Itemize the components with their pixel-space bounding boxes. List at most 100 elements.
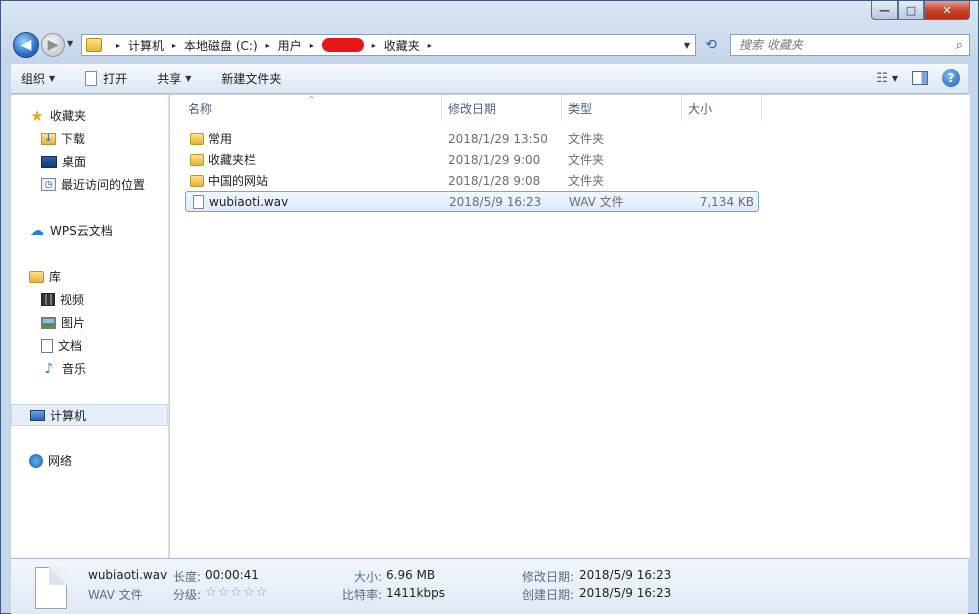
- file-row[interactable]: 收藏夹栏 2018/1/29 9:00 文件夹: [185, 149, 759, 170]
- details-length-label: 长度:: [173, 570, 202, 584]
- history-dropdown-icon[interactable]: ▼: [67, 39, 73, 48]
- minimize-button[interactable]: —: [871, 1, 898, 20]
- file-name: 收藏夹栏: [208, 153, 257, 167]
- address-bar[interactable]: ▸ 计算机 ▸ 本地磁盘 (C:) ▸ 用户 ▸ ▸ 收藏夹 ▸ ▼: [81, 34, 696, 56]
- address-dropdown-icon[interactable]: ▼: [679, 41, 695, 50]
- column-header-modified[interactable]: 修改日期: [442, 95, 562, 121]
- file-name: wubiaoti.wav: [209, 194, 289, 209]
- file-row[interactable]: 中国的网站 2018/1/28 9:08 文件夹: [185, 170, 759, 191]
- sidebar-item-desktop[interactable]: 桌面: [41, 153, 86, 170]
- details-size-value: 6.96 MB: [386, 568, 436, 582]
- sidebar-item-computer[interactable]: 计算机: [11, 404, 168, 426]
- sidebar-item-downloads[interactable]: ↓ 下载: [41, 130, 85, 147]
- details-filename: wubiaoti.wav: [88, 568, 168, 582]
- chevron-down-icon: ▼: [185, 74, 192, 83]
- search-box[interactable]: ⌕: [730, 34, 970, 56]
- details-created-label: 创建日期:: [522, 588, 575, 602]
- pictures-library-icon: [41, 316, 56, 329]
- open-button[interactable]: 打开: [85, 70, 127, 87]
- maximize-button[interactable]: □: [898, 1, 924, 20]
- share-button[interactable]: 共享 ▼: [157, 70, 191, 87]
- star-icon: ★: [30, 106, 44, 125]
- sidebar-item-videos[interactable]: 视频: [41, 291, 84, 308]
- sidebar-item-label: 文档: [58, 339, 83, 353]
- sidebar-item-favorites[interactable]: ★ 收藏夹: [29, 106, 86, 125]
- sidebar-item-music[interactable]: ♪ 音乐: [41, 360, 86, 377]
- change-view-icon[interactable]: ☷: [876, 71, 888, 86]
- downloads-folder-icon: ↓: [41, 132, 56, 145]
- sidebar-item-label: 最近访问的位置: [61, 178, 146, 192]
- sidebar-item-label: 下载: [61, 132, 86, 146]
- close-button[interactable]: ✕: [924, 1, 970, 20]
- column-header-label: 修改日期: [448, 101, 497, 116]
- sidebar-item-libraries[interactable]: 库: [29, 268, 61, 285]
- sidebar-item-label: WPS云文档: [50, 224, 113, 238]
- navigation-bar: ◀ ▶ ▼ ▸ 计算机 ▸ 本地磁盘 (C:) ▸ 用户 ▸ ▸ 收藏夹 ▸ ▼…: [1, 31, 978, 59]
- file-modified: 2018/1/28 9:08: [448, 173, 541, 188]
- column-header-size[interactable]: 大小: [682, 95, 762, 121]
- refresh-button[interactable]: ⟲: [698, 34, 724, 56]
- new-folder-label: 新建文件夹: [221, 72, 282, 86]
- sidebar-item-recent-places[interactable]: ◷ 最近访问的位置: [41, 176, 145, 193]
- organize-button[interactable]: 组织 ▼: [21, 70, 55, 87]
- sidebar-item-documents[interactable]: 文档: [41, 337, 82, 354]
- file-row-selected[interactable]: wubiaoti.wav 2018/5/9 16:23 WAV 文件 7,134…: [185, 191, 759, 212]
- column-header-type[interactable]: 类型: [562, 95, 682, 121]
- folder-icon: [190, 174, 204, 187]
- breadcrumb-separator-icon[interactable]: ▸: [310, 41, 314, 50]
- computer-icon: [30, 409, 45, 421]
- column-header-name[interactable]: 名称: [182, 95, 442, 121]
- share-label: 共享: [157, 72, 182, 86]
- view-options-chevron-icon[interactable]: ▼: [892, 74, 898, 83]
- column-header-row: ^ 名称 修改日期 类型 大小: [170, 95, 970, 121]
- forward-button[interactable]: ▶: [41, 33, 65, 57]
- audio-file-icon: [193, 194, 204, 209]
- command-bar: 组织 ▼ 打开 共享 ▼ 新建文件夹 ☷ ▼ ?: [11, 64, 968, 94]
- sidebar-item-network[interactable]: 网络: [29, 452, 72, 469]
- search-icon[interactable]: ⌕: [956, 38, 963, 53]
- breadcrumb-separator-icon[interactable]: ▸: [428, 41, 432, 50]
- details-filetype: WAV 文件: [88, 588, 143, 602]
- column-header-label: 类型: [568, 101, 593, 116]
- breadcrumb-users[interactable]: 用户: [278, 37, 302, 54]
- help-icon[interactable]: ?: [942, 69, 960, 87]
- breadcrumb-separator-icon[interactable]: ▸: [266, 41, 270, 50]
- network-icon: [29, 453, 43, 468]
- breadcrumb-separator-icon[interactable]: ▸: [372, 41, 376, 50]
- details-bitrate-value: 1411kbps: [386, 586, 445, 600]
- file-modified: 2018/1/29 9:00: [448, 152, 541, 167]
- preview-pane-icon[interactable]: [912, 71, 928, 85]
- details-modified-label: 修改日期:: [522, 570, 575, 584]
- music-note-icon: ♪: [44, 360, 54, 377]
- details-created-value: 2018/5/9 16:23: [579, 586, 672, 600]
- file-list: ^ 名称 修改日期 类型 大小 常用 2018/1/29 13:50 文件夹 收…: [170, 95, 970, 558]
- desktop-icon: [41, 155, 57, 168]
- new-folder-button[interactable]: 新建文件夹: [221, 70, 281, 87]
- breadcrumb-local-disk[interactable]: 本地磁盘 (C:): [184, 37, 258, 54]
- details-modified-value: 2018/5/9 16:23: [579, 568, 672, 582]
- breadcrumb-separator-icon[interactable]: ▸: [116, 41, 120, 50]
- file-row[interactable]: 常用 2018/1/29 13:50 文件夹: [185, 128, 759, 149]
- organize-label: 组织: [21, 72, 46, 86]
- folder-icon: [190, 153, 204, 166]
- rating-stars-icon[interactable]: ☆☆☆☆☆: [205, 585, 268, 600]
- sidebar-item-label: 库: [49, 270, 62, 284]
- audio-file-icon: [35, 567, 67, 609]
- breadcrumb-redacted-username[interactable]: [321, 38, 364, 52]
- search-input[interactable]: [739, 38, 939, 52]
- back-button[interactable]: ◀: [13, 32, 39, 58]
- sidebar-item-pictures[interactable]: 图片: [41, 314, 85, 331]
- details-size-label: 大小:: [354, 570, 383, 584]
- breadcrumb-computer[interactable]: 计算机: [128, 37, 164, 54]
- details-rating-label: 分级:: [173, 588, 202, 602]
- file-type: 文件夹: [568, 153, 605, 167]
- breadcrumb-favorites[interactable]: 收藏夹: [384, 37, 420, 54]
- sidebar-item-label: 桌面: [62, 155, 87, 169]
- video-library-icon: [41, 293, 55, 306]
- sidebar-item-wps-cloud[interactable]: ☁ WPS云文档: [29, 222, 113, 239]
- file-type: WAV 文件: [569, 195, 624, 209]
- sidebar-item-label: 视频: [60, 293, 85, 307]
- folder-icon: [190, 132, 204, 145]
- breadcrumb-separator-icon[interactable]: ▸: [172, 41, 176, 50]
- details-bitrate-label: 比特率:: [342, 588, 383, 602]
